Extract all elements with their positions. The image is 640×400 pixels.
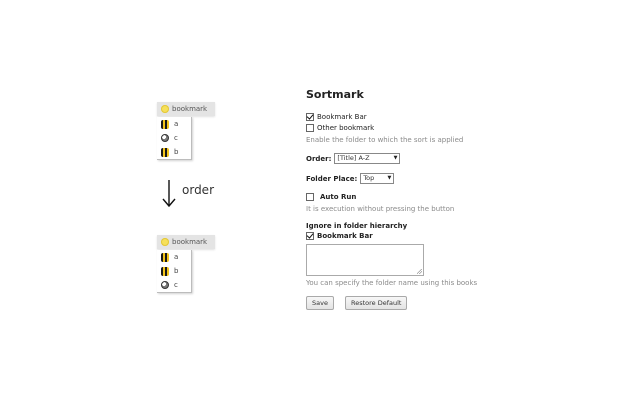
bookmark-folder-label: bookmark [172,105,208,113]
other-bookmark-checkbox[interactable] [306,124,314,132]
other-bookmark-option[interactable]: Other bookmark [306,124,374,132]
auto-run-label: Auto Run [320,193,357,201]
save-button[interactable]: Save [306,296,334,310]
bookmark-bar-label: Bookmark Bar [317,113,367,121]
down-arrow-icon [162,180,176,208]
bee-icon [161,252,169,262]
globe-icon [161,281,169,289]
dropdown-arrow-icon: ▼ [387,175,392,181]
ignore-bookmark-bar-checkbox[interactable] [306,232,314,240]
globe-icon [161,134,169,142]
order-row: Order: [Title] A-Z ▼ [306,153,401,164]
list-item: c [157,278,191,292]
ignore-hierarchy-label: Ignore in folder hierarchy [306,222,408,230]
restore-default-button[interactable]: Restore Default [345,296,408,310]
bookmark-menu-before: a c b [157,117,192,160]
options-page: bookmark a c b order bookmark a b c Sort… [0,0,640,400]
page-title: Sortmark [306,88,364,101]
folder-place-label: Folder Place: [306,174,358,183]
folder-icon [161,105,169,113]
folder-hint: Enable the folder to which the sort is a… [306,136,464,144]
other-bookmark-label: Other bookmark [317,124,375,132]
auto-run-hint: It is execution without pressing the but… [306,205,455,213]
bookmark-folder-header-after: bookmark [157,235,215,249]
auto-run-option[interactable]: Auto Run [306,193,356,201]
list-item: a [157,250,191,264]
dropdown-arrow-icon: ▼ [393,155,398,161]
bookmark-bar-checkbox[interactable] [306,113,314,121]
list-item: b [157,264,191,278]
folder-icon [161,238,169,246]
bookmark-bar-option[interactable]: Bookmark Bar [306,113,367,121]
bookmark-folder-header-before: bookmark [157,102,215,116]
list-item: c [157,131,191,145]
order-caption: order [182,183,214,197]
list-item: a [157,117,191,131]
ignore-bookmark-bar-option[interactable]: Bookmark Bar [306,232,373,240]
auto-run-checkbox[interactable] [306,193,314,201]
bee-icon [161,119,169,129]
list-item: b [157,145,191,159]
order-label: Order: [306,154,332,163]
folder-place-select-value: Top [363,174,375,182]
order-select-value: [Title] A-Z [337,154,370,162]
bee-icon [161,266,169,276]
bookmark-folder-label: bookmark [172,238,208,246]
ignore-folders-textarea[interactable] [306,244,424,276]
order-select[interactable]: [Title] A-Z ▼ [334,153,401,164]
bee-icon [161,147,169,157]
ignore-hint: You can specify the folder name using th… [306,279,478,287]
folder-place-select[interactable]: Top ▼ [360,173,395,184]
ignore-bookmark-bar-label: Bookmark Bar [317,232,373,240]
bookmark-menu-after: a b c [157,250,192,293]
folder-place-row: Folder Place: Top ▼ [306,173,395,184]
